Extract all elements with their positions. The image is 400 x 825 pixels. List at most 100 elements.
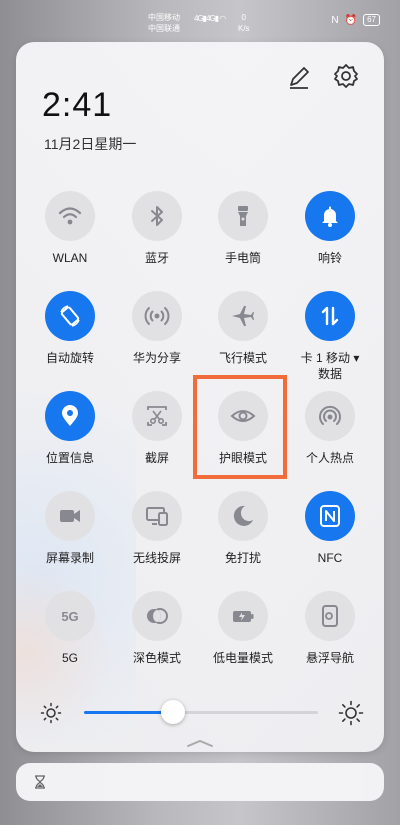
tile-ring[interactable]: 响铃	[285, 191, 375, 266]
tile-location[interactable]: 位置信息	[25, 391, 115, 466]
tile-label-text: 个人热点	[305, 451, 354, 465]
tile-label-text: 响铃	[317, 251, 342, 265]
power-saving-toggle[interactable]	[218, 591, 268, 641]
speed-value: 0	[241, 13, 246, 22]
huawei-share-toggle[interactable]	[132, 291, 182, 341]
screenshot-toggle[interactable]	[132, 391, 182, 441]
tile-label: 响铃	[285, 250, 375, 266]
tile-huawei-share[interactable]: 华为分享	[112, 291, 202, 366]
bluetooth-icon	[151, 206, 163, 226]
tile-5g[interactable]: 5G 5G	[25, 591, 115, 666]
dnd-toggle[interactable]	[218, 491, 268, 541]
dark-mode-icon	[147, 608, 168, 624]
tile-wireless-projection[interactable]: 无线投屏	[112, 491, 202, 566]
brightness-low-icon	[40, 702, 62, 724]
tile-nfc[interactable]: NFC	[285, 491, 375, 566]
tile-label: 免打扰	[198, 550, 288, 566]
airplane-icon	[232, 306, 254, 326]
tile-label: 卡 1 移动 ▾ 数据	[285, 350, 375, 382]
brightness-high-icon	[338, 700, 364, 726]
hotspot-toggle[interactable]	[305, 391, 355, 441]
collapse-handle-icon[interactable]	[186, 738, 214, 748]
hourglass-icon	[35, 775, 45, 789]
projection-icon	[146, 507, 168, 526]
tile-auto-rotate[interactable]: 自动旋转	[25, 291, 115, 366]
auto-rotate-toggle[interactable]	[45, 291, 95, 341]
tile-screen-record[interactable]: 屏幕录制	[25, 491, 115, 566]
edit-icon[interactable]	[286, 64, 312, 90]
video-camera-icon	[60, 510, 80, 522]
floating-nav-toggle[interactable]	[305, 591, 355, 641]
gear-icon[interactable]	[332, 62, 360, 90]
status-right: N ⏰ 67	[331, 14, 380, 26]
notification-card[interactable]	[16, 763, 384, 801]
tile-floating-nav[interactable]: 悬浮导航	[285, 591, 375, 666]
tile-label-text: 深色模式	[132, 651, 181, 665]
brightness-slider-thumb[interactable]	[160, 700, 185, 724]
tile-label-text: 免打扰	[224, 551, 261, 565]
signal-indicators: 4G▮4G▮ ◠	[194, 14, 226, 23]
5g-toggle[interactable]: 5G	[45, 591, 95, 641]
hotspot-icon	[319, 405, 341, 425]
tile-flashlight[interactable]: 手电筒	[198, 191, 288, 266]
tile-dark-mode[interactable]: 深色模式	[112, 591, 202, 666]
tile-label-text: WLAN	[52, 251, 88, 265]
tile-label: 5G	[25, 650, 115, 666]
tile-screenshot[interactable]: 截屏	[112, 391, 202, 466]
tile-dnd[interactable]: 免打扰	[198, 491, 288, 566]
tile-label: 蓝牙	[112, 250, 202, 266]
tile-label-text: 飞行模式	[218, 351, 267, 365]
mobile-data-toggle[interactable]	[305, 291, 355, 341]
tile-airplane[interactable]: 飞行模式	[198, 291, 288, 366]
date-text: 11月2日星期一	[44, 136, 137, 152]
tile-label: 截屏	[112, 450, 202, 466]
tile-label: 悬浮导航	[285, 650, 375, 666]
airplane-toggle[interactable]	[218, 291, 268, 341]
alarm-icon: ⏰	[344, 14, 358, 26]
tile-hotspot[interactable]: 个人热点	[285, 391, 375, 466]
highlight-box	[193, 375, 287, 479]
network-speed: 0 K/s	[238, 12, 250, 34]
brightness-slider[interactable]	[84, 700, 318, 724]
tile-label: 深色模式	[112, 650, 202, 666]
signal-1: 4G	[194, 14, 204, 23]
nfc-toggle[interactable]	[305, 491, 355, 541]
tile-label: 手电筒	[198, 250, 288, 266]
share-signal-icon	[144, 307, 170, 325]
bluetooth-toggle[interactable]	[132, 191, 182, 241]
wlan-toggle[interactable]	[45, 191, 95, 241]
flashlight-toggle[interactable]	[218, 191, 268, 241]
floating-nav-icon	[322, 605, 338, 627]
tile-wlan[interactable]: WLAN	[25, 191, 115, 266]
tile-label: 低电量模式	[198, 650, 288, 666]
tile-label: 飞行模式	[198, 350, 288, 366]
status-bar: 中国移动 中国联通 4G▮4G▮ ◠ 0 K/s N ⏰ 67	[0, 0, 400, 38]
tile-label-text: 无线投屏	[132, 551, 181, 565]
wifi-icon	[58, 207, 82, 225]
tile-mobile-data[interactable]: 卡 1 移动 ▾ 数据	[285, 291, 375, 382]
tile-label-text: 蓝牙	[144, 251, 169, 265]
speed-unit: K/s	[238, 24, 250, 33]
tile-label-text: 屏幕录制	[45, 551, 94, 565]
tile-bluetooth[interactable]: 蓝牙	[112, 191, 202, 266]
tile-label: 位置信息	[25, 450, 115, 466]
flashlight-icon	[238, 206, 248, 226]
tile-label: 自动旋转	[25, 350, 115, 366]
screen-record-toggle[interactable]	[45, 491, 95, 541]
location-pin-icon	[62, 405, 78, 426]
nfc-status-icon: N	[331, 14, 339, 26]
tile-label: 无线投屏	[112, 550, 202, 566]
tile-label: WLAN	[25, 250, 115, 266]
wireless-projection-toggle[interactable]	[132, 491, 182, 541]
ring-toggle[interactable]	[305, 191, 355, 241]
carrier-names: 中国移动 中国联通	[148, 12, 180, 34]
clock-time: 2:41	[42, 86, 113, 124]
dark-mode-toggle[interactable]	[132, 591, 182, 641]
tile-label: 个人热点	[285, 450, 375, 466]
tile-power-saving[interactable]: 低电量模式	[198, 591, 288, 666]
tile-label-text: 位置信息	[45, 451, 94, 465]
tile-label: 华为分享	[112, 350, 202, 366]
svg-text:5G: 5G	[61, 609, 78, 624]
tile-label-text: 手电筒	[224, 251, 261, 265]
location-toggle[interactable]	[45, 391, 95, 441]
